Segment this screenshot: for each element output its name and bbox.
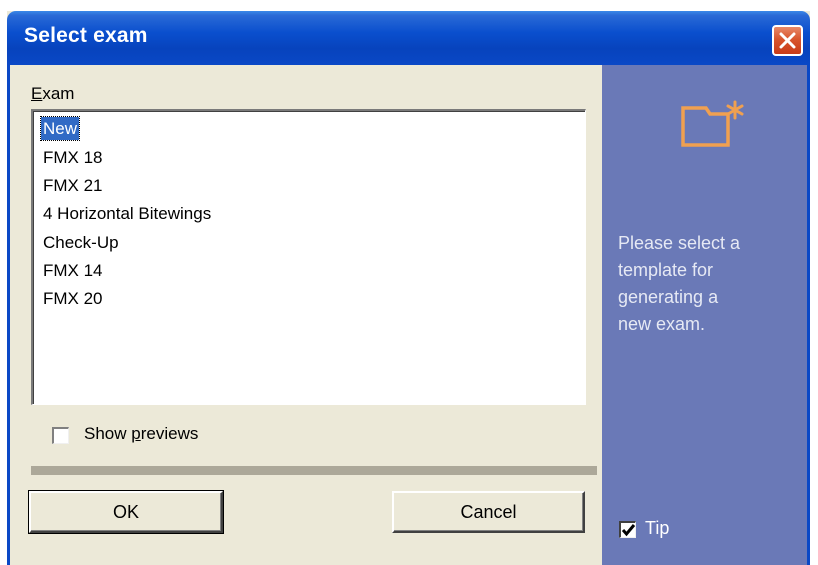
exam-list-item[interactable]: FMX 20 xyxy=(41,287,105,310)
close-button[interactable] xyxy=(772,25,803,56)
exam-list-item[interactable]: FMX 14 xyxy=(41,259,105,282)
exam-listbox[interactable]: New FMX 18 FMX 21 4 Horizontal Bitewings Che… xyxy=(31,109,586,405)
title-bar[interactable]: Select exam xyxy=(7,11,810,65)
checkmark-icon xyxy=(621,524,636,537)
tip-text-line: new exam. xyxy=(618,314,706,334)
close-icon xyxy=(779,32,796,49)
tip-text-line: generating a xyxy=(618,287,719,307)
exam-label: Exam xyxy=(31,84,75,103)
exam-list-item[interactable]: Check-Up xyxy=(41,231,121,254)
tip-text: Please select a template for generating a n… xyxy=(618,230,803,338)
dialog-title: Select exam xyxy=(24,24,148,47)
exam-list-item[interactable]: FMX 21 xyxy=(41,174,105,197)
tip-text-line: Please select a xyxy=(618,233,741,253)
cancel-button[interactable]: Cancel xyxy=(392,491,585,533)
exam-list-item[interactable]: 4 Horizontal Bitewings xyxy=(41,202,213,225)
exam-list-item[interactable]: New xyxy=(39,116,81,141)
show-previews-label[interactable]: Show previews xyxy=(84,424,198,444)
ok-button[interactable]: OK xyxy=(28,490,224,534)
new-folder-icon xyxy=(681,100,744,147)
tip-label[interactable]: Tip xyxy=(645,518,669,539)
tip-checkbox[interactable] xyxy=(619,521,636,538)
exam-list-item[interactable]: FMX 18 xyxy=(41,146,105,169)
show-previews-checkbox[interactable] xyxy=(52,427,69,444)
tip-text-line: template for xyxy=(618,260,714,280)
separator xyxy=(31,466,597,475)
